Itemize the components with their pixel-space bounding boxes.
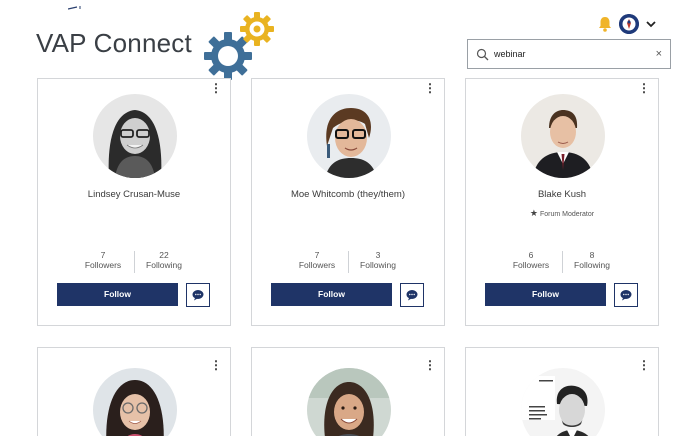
message-button[interactable] [186, 283, 210, 307]
site-header: VAP Connect webinar × [0, 0, 687, 88]
member-name[interactable]: Blake Kush [466, 189, 658, 200]
clear-search-button[interactable]: × [656, 47, 662, 61]
following-stat[interactable]: 3 Following [348, 250, 408, 270]
more-options-icon[interactable]: ⋮ [424, 358, 436, 374]
member-card: ⋮ [37, 347, 231, 436]
chat-bubble-icon [192, 290, 204, 301]
following-stat[interactable]: 8 Following [562, 250, 622, 270]
role-label: Forum Moderator [540, 211, 595, 218]
followers-label: Followers [84, 260, 122, 270]
following-label: Following [146, 260, 182, 270]
member-photo[interactable] [521, 94, 605, 178]
member-card: ⋮ Lindsey Crusan-Muse 7 Followers 22 Fol… [37, 78, 231, 326]
followers-stat[interactable]: 7 Followers [287, 250, 347, 270]
following-count: 22 [159, 250, 169, 260]
following-stat[interactable]: 22 Following [134, 250, 194, 270]
member-card: ⋮ [251, 347, 445, 436]
chevron-down-icon[interactable] [645, 18, 657, 30]
avatar-emblem-icon [619, 14, 639, 34]
more-options-icon[interactable]: ⋮ [424, 81, 436, 97]
search-icon [476, 48, 489, 61]
more-options-icon[interactable]: ⋮ [210, 81, 222, 97]
member-photo[interactable] [521, 368, 605, 436]
member-photo[interactable] [93, 368, 177, 436]
followers-label: Followers [512, 260, 550, 270]
more-options-icon[interactable]: ⋮ [638, 81, 650, 97]
follow-button[interactable]: Follow [271, 283, 392, 306]
followers-stat[interactable]: 6 Followers [501, 250, 561, 270]
member-photo[interactable] [307, 368, 391, 436]
search-input[interactable] [494, 45, 644, 63]
following-label: Following [574, 260, 610, 270]
member-card: ⋮ Blake Kush ★ Forum Moderator 6 Follower… [465, 78, 659, 326]
followers-stat[interactable]: 7 Followers [73, 250, 133, 270]
more-options-icon[interactable]: ⋮ [638, 358, 650, 374]
more-options-icon[interactable]: ⋮ [210, 358, 222, 374]
followers-count: 7 [100, 250, 106, 260]
member-stats: 7 Followers 22 Following [38, 250, 230, 276]
member-photo[interactable] [93, 94, 177, 178]
member-name[interactable]: Moe Whitcomb (they/them) [252, 189, 444, 200]
member-card: ⋮ Moe Whitcomb (they/them) 7 Followers 3… [251, 78, 445, 326]
chat-bubble-icon [620, 290, 632, 301]
member-card: ⋮ [465, 347, 659, 436]
member-stats: 7 Followers 3 Following [252, 250, 444, 276]
following-count: 3 [375, 250, 381, 260]
followers-count: 7 [314, 250, 320, 260]
message-button[interactable] [614, 283, 638, 307]
followers-count: 6 [528, 250, 534, 260]
follow-button[interactable]: Follow [485, 283, 606, 306]
top-edge-mark-icon [68, 6, 81, 10]
app-title[interactable]: VAP Connect [36, 28, 192, 59]
following-label: Following [360, 260, 396, 270]
member-photo[interactable] [307, 94, 391, 178]
gears-logo-icon [204, 12, 274, 80]
bell-icon[interactable] [596, 15, 614, 33]
followers-label: Followers [298, 260, 336, 270]
search-box: × [467, 39, 671, 69]
chat-bubble-icon [406, 290, 418, 301]
follow-button[interactable]: Follow [57, 283, 178, 306]
message-button[interactable] [400, 283, 424, 307]
star-icon: ★ [529, 208, 538, 218]
user-avatar[interactable] [619, 14, 639, 34]
member-role: ★ Forum Moderator [466, 208, 658, 219]
following-count: 8 [589, 250, 595, 260]
member-name[interactable]: Lindsey Crusan-Muse [38, 189, 230, 200]
member-stats: 6 Followers 8 Following [466, 250, 658, 276]
